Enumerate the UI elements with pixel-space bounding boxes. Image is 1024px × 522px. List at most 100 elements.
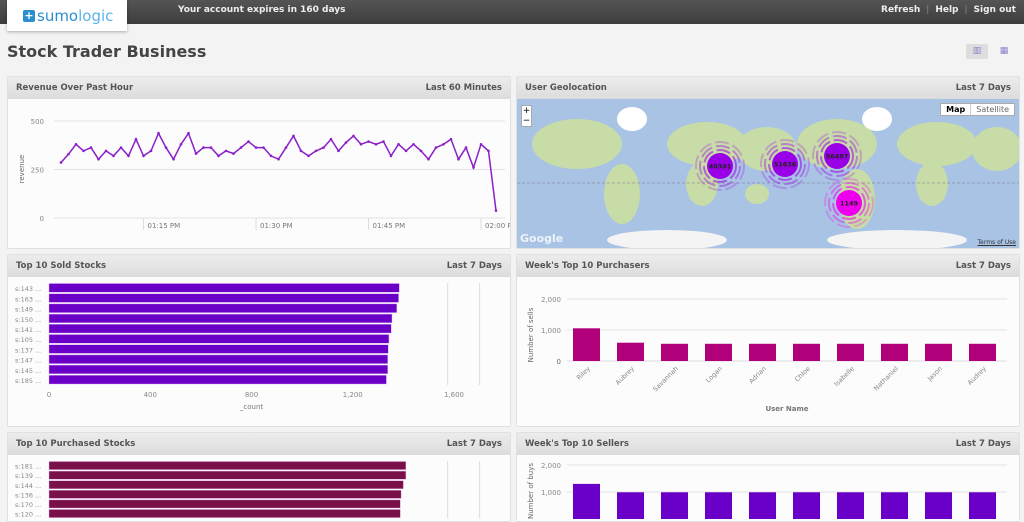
logo-text-sumo: sumo xyxy=(37,6,79,25)
category-label: s:137 ... xyxy=(15,346,41,354)
category-label: Audrey xyxy=(966,365,988,387)
time-range[interactable]: Last 7 Days xyxy=(447,439,502,449)
terms-of-use-link[interactable]: Terms of Use xyxy=(978,239,1016,246)
purchased-stocks-bar-chart: s:181 ...s:139 ... s:144 ...s:136 ... s:17… xyxy=(15,461,481,519)
y-axis-label: revenue xyxy=(18,155,26,184)
data-point xyxy=(449,137,453,141)
data-point xyxy=(314,149,318,153)
sign-out-link[interactable]: Sign out xyxy=(974,5,1016,15)
bar xyxy=(661,492,688,519)
y-tick-label: 500 xyxy=(31,118,44,126)
x-tick-label: 400 xyxy=(144,391,157,399)
grid-layout-icon[interactable]: ▦ xyxy=(993,44,1015,59)
bar xyxy=(837,343,864,361)
x-tick-label: 1,200 xyxy=(343,391,363,399)
zoom-out-button[interactable]: − xyxy=(522,116,531,126)
zoom-in-button[interactable]: + xyxy=(522,106,531,116)
time-range[interactable]: Last 7 Days xyxy=(956,439,1011,449)
bar xyxy=(48,375,387,385)
bar xyxy=(48,303,397,313)
category-label: Logan xyxy=(704,365,724,385)
panel-top-purchasers: Week's Top 10 Purchasers Last 7 Days 0 1,0… xyxy=(516,254,1020,427)
help-link[interactable]: Help xyxy=(935,5,958,15)
data-point xyxy=(434,146,438,149)
x-tick-label: 02:00 PM xyxy=(485,222,511,230)
data-point xyxy=(247,140,250,143)
data-point xyxy=(487,149,490,153)
satellite-button[interactable]: Satellite xyxy=(970,104,1014,115)
data-point xyxy=(299,149,303,153)
panel-title: Top 10 Purchased Stocks xyxy=(16,439,136,449)
x-axis-label: User Name xyxy=(765,405,808,413)
data-point xyxy=(157,131,160,135)
data-point xyxy=(352,134,355,138)
panel-header: User Geolocation Last 7 Days xyxy=(517,77,1019,99)
panel-revenue: Revenue Over Past Hour Last 60 Minutes 02… xyxy=(7,76,511,249)
x-tick-label: 01:15 PM xyxy=(148,222,181,230)
data-point xyxy=(344,141,348,144)
data-point xyxy=(134,137,138,141)
time-range[interactable]: Last 7 Days xyxy=(956,261,1011,271)
bar xyxy=(48,461,407,470)
category-label: s:139 ... xyxy=(15,472,41,480)
category-label: s:143 ... xyxy=(15,285,41,293)
bar xyxy=(573,328,600,361)
category-label: s:170 ... xyxy=(15,501,41,509)
refresh-link[interactable]: Refresh xyxy=(881,5,920,15)
data-point xyxy=(217,154,220,158)
world-map[interactable]: 40341 51636 56487 1149 + − Map Satellite Goog… xyxy=(517,99,1019,248)
bar xyxy=(925,343,952,361)
data-point xyxy=(97,157,100,161)
data-point xyxy=(464,146,468,149)
time-range[interactable]: Last 7 Days xyxy=(956,83,1011,93)
panel-title: Week's Top 10 Purchasers xyxy=(525,261,650,271)
cluster-count: 1149 xyxy=(840,200,859,208)
y-tick-label: 2,000 xyxy=(541,462,561,470)
category-label: s:105 ... xyxy=(15,336,41,344)
data-point xyxy=(67,152,70,156)
data-point xyxy=(427,157,430,161)
bar xyxy=(48,344,389,354)
time-range[interactable]: Last 60 Minutes xyxy=(426,83,502,93)
y-axis-label: Number of buys xyxy=(527,463,535,519)
data-point xyxy=(472,166,475,169)
data-point xyxy=(269,154,273,158)
panel-header: Week's Top 10 Purchasers Last 7 Days xyxy=(517,255,1019,277)
cluster-count: 51636 xyxy=(774,161,797,169)
x-tick-label: 800 xyxy=(245,391,258,399)
dashboard-layout-icon[interactable]: ▥ xyxy=(966,44,988,59)
y-tick-label: 1,000 xyxy=(541,489,561,497)
bar xyxy=(749,492,776,519)
data-point xyxy=(89,146,93,149)
map-zoom-control: + − xyxy=(521,105,532,127)
bar xyxy=(881,343,908,361)
sumologic-logo[interactable]: + sumo logic xyxy=(7,0,127,31)
bar xyxy=(705,492,732,519)
bar xyxy=(48,509,401,518)
bar xyxy=(573,483,600,519)
bar xyxy=(969,492,996,519)
y-tick-label: 2,000 xyxy=(541,296,561,304)
bar xyxy=(48,480,404,490)
continents xyxy=(532,107,1019,248)
data-point xyxy=(104,149,108,153)
panel-title: Top 10 Sold Stocks xyxy=(16,261,107,271)
revenue-line-chart: 0 250 500 revenue 01:15 PM 01:30 PM 01:45 PM 02… xyxy=(18,118,511,230)
category-label: Savannah xyxy=(651,365,679,393)
bar xyxy=(661,343,688,361)
data-point xyxy=(209,146,213,149)
bar xyxy=(881,492,908,519)
map-button[interactable]: Map xyxy=(941,104,970,115)
panel-title: User Geolocation xyxy=(525,83,607,93)
data-point xyxy=(239,146,243,149)
data-point xyxy=(367,140,370,143)
data-point xyxy=(74,142,78,146)
plus-icon: + xyxy=(23,8,35,22)
category-label: Chloe xyxy=(793,365,812,384)
y-tick-label: 0 xyxy=(557,358,561,366)
category-label: s:120 ... xyxy=(15,511,41,519)
category-label: Aubrey xyxy=(614,365,636,387)
bar xyxy=(705,343,732,361)
data-point xyxy=(412,142,415,146)
time-range[interactable]: Last 7 Days xyxy=(447,261,502,271)
